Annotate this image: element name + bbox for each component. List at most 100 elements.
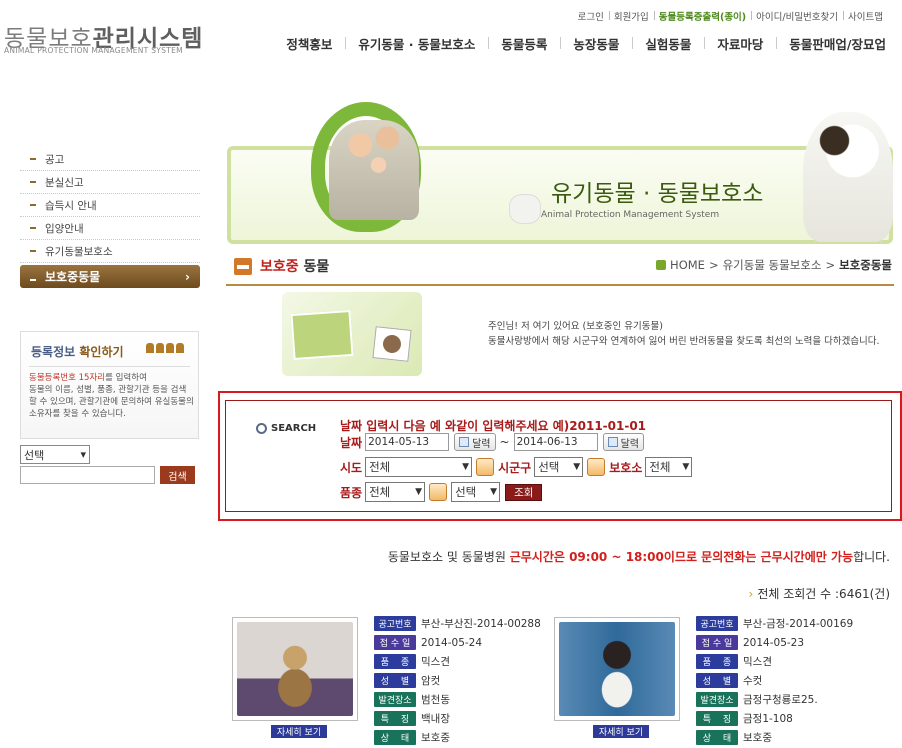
sidebar-select[interactable]: 선택 ▾ bbox=[20, 445, 90, 464]
search-icon bbox=[256, 423, 267, 434]
nav-policy[interactable]: 정책홍보 bbox=[273, 34, 345, 53]
sido-person-icon[interactable] bbox=[476, 458, 495, 476]
breed-value: 전체 bbox=[369, 485, 391, 499]
info-value: 믹스견 bbox=[421, 656, 450, 668]
detail-button[interactable]: 자세히 보기 bbox=[593, 725, 649, 738]
chevron-down-icon: ▼ bbox=[415, 487, 423, 497]
chevron-down-icon: ▾ bbox=[80, 448, 86, 461]
page-title: 보호중 동물 bbox=[234, 256, 329, 276]
sigungu-select[interactable]: 선택 ▼ bbox=[534, 457, 584, 477]
intro-illustration bbox=[282, 292, 422, 376]
sigungu-value: 선택 bbox=[538, 460, 560, 474]
sidebar-item-label: 보호중동물 bbox=[45, 270, 101, 284]
nav-abandoned-animals[interactable]: 유기동물 · 동물보호소 bbox=[345, 34, 488, 53]
sidebar-item-adoption[interactable]: 입양안내 bbox=[20, 217, 200, 240]
intro-heading: 주인님! 저 여기 있어요 (보호중인 유기동물) bbox=[488, 321, 663, 332]
info-tag: 발견장소 bbox=[696, 692, 738, 707]
info-tag: 발견장소 bbox=[374, 692, 416, 707]
dash-icon bbox=[30, 204, 36, 206]
info-value: 암컷 bbox=[421, 675, 441, 687]
animal-photo bbox=[559, 622, 675, 716]
date-label: 날짜 bbox=[340, 435, 363, 450]
breed-select[interactable]: 전체 ▼ bbox=[365, 482, 426, 502]
sidebar-item-found-guide[interactable]: 습득시 안내 bbox=[20, 194, 200, 217]
sidebar-item-lost-report[interactable]: 분실신고 bbox=[20, 171, 200, 194]
info-tag: 특 징 bbox=[374, 711, 416, 726]
info-tag: 성 별 bbox=[374, 673, 416, 688]
banner-subtitle: Animal Protection Management System bbox=[541, 210, 720, 220]
dash-icon bbox=[30, 227, 36, 229]
breadcrumb-mid[interactable]: 유기동물 동물보호소 bbox=[723, 257, 822, 273]
info-tag: 품 종 bbox=[374, 654, 416, 669]
animal-info: 공고번호 부산-금정-2014-00169 접 수 일 2014-05-23 품 종… bbox=[696, 615, 853, 746]
arrow-bullet-icon: › bbox=[748, 587, 754, 601]
sidebar-item-label: 입양안내 bbox=[45, 222, 84, 235]
info-value: 2014-05-24 bbox=[421, 636, 483, 649]
registration-search-button[interactable]: 검색 bbox=[160, 466, 195, 484]
animal-photo bbox=[237, 622, 353, 716]
animal-thumbnail[interactable] bbox=[554, 617, 680, 721]
page-title-red: 보호중 bbox=[260, 259, 299, 275]
nav-farm-animals[interactable]: 농장동물 bbox=[560, 34, 632, 53]
search-label: SEARCH bbox=[256, 423, 316, 434]
shelter-label: 보호소 bbox=[609, 460, 643, 475]
registration-check-text: 동물등록번호 15자리를 입력하여 동물의 이름, 성별, 품종, 관할기관 등… bbox=[29, 372, 194, 420]
info-tag: 접 수 일 bbox=[374, 635, 416, 650]
sido-value: 전체 bbox=[369, 460, 391, 474]
dog-photo bbox=[803, 112, 893, 242]
sidebar-item-protected-animals[interactable]: 보호중동물 › bbox=[20, 265, 200, 288]
total-count-text: 전체 조회건 수 :6461(건) bbox=[757, 587, 890, 601]
breadcrumb-home[interactable]: HOME bbox=[670, 258, 705, 272]
reg-text-red: 동물등록번호 15자리 bbox=[29, 373, 106, 383]
calendar-button-from[interactable]: 달력 bbox=[454, 433, 496, 451]
nav-sales-funeral[interactable]: 동물판매업/장묘업 bbox=[776, 34, 886, 53]
date-from-input[interactable]: 2014-05-13 bbox=[365, 433, 450, 451]
info-row: 특 징 금정1-108 bbox=[696, 710, 853, 727]
util-login[interactable]: 로그인 bbox=[573, 9, 609, 23]
detail-button[interactable]: 자세히 보기 bbox=[271, 725, 327, 738]
notice-text-b: 합니다. bbox=[853, 550, 890, 564]
registration-number-input[interactable] bbox=[20, 466, 155, 484]
sidebar-item-notice[interactable]: 공고 bbox=[20, 148, 200, 171]
shelter-icon bbox=[234, 257, 252, 275]
sido-select[interactable]: 전체 ▼ bbox=[365, 457, 473, 477]
info-tag: 공고번호 bbox=[696, 616, 738, 631]
shelter-select[interactable]: 전체 ▼ bbox=[645, 457, 693, 477]
util-find-account[interactable]: 아이디/비밀번호찾기 bbox=[751, 9, 843, 23]
breed-label: 품종 bbox=[340, 485, 363, 500]
reg-text-body: 동물의 이름, 성별, 품종, 관할기관 등을 검색할 수 있으며, 관할기관에… bbox=[29, 385, 194, 419]
info-row: 공고번호 부산-금정-2014-00169 bbox=[696, 615, 853, 632]
calendar-icon bbox=[459, 437, 470, 447]
calendar-button-to[interactable]: 달력 bbox=[602, 433, 644, 451]
breed-person-icon[interactable] bbox=[429, 483, 448, 501]
sidebar-item-shelters[interactable]: 유기동물보호소 bbox=[20, 240, 200, 263]
reg-text-rest: 를 입력하여 bbox=[105, 373, 147, 383]
breed-sub-select[interactable]: 선택 ▼ bbox=[451, 482, 501, 502]
info-row: 성 별 수컷 bbox=[696, 672, 853, 689]
info-row: 상 태 보호중 bbox=[696, 729, 853, 746]
info-value: 백내장 bbox=[421, 713, 450, 725]
util-sitemap[interactable]: 사이트맵 bbox=[843, 9, 888, 23]
sidebar-menu: 공고 분실신고 습득시 안내 입양안내 유기동물보호소 보호중동물 › bbox=[20, 148, 200, 288]
search-submit-button[interactable]: 조회 bbox=[505, 483, 543, 501]
family-photo bbox=[329, 120, 419, 220]
util-print-registration[interactable]: 동물등록증출력(종이) bbox=[653, 9, 751, 23]
nav-lab-animals[interactable]: 실험동물 bbox=[632, 34, 704, 53]
animal-thumbnail[interactable] bbox=[232, 617, 358, 721]
chevron-down-icon: ▼ bbox=[490, 487, 498, 497]
info-row: 품 종 믹스견 bbox=[374, 653, 541, 670]
date-to-input[interactable]: 2014-06-13 bbox=[513, 433, 598, 451]
info-row: 발견장소 범천동 bbox=[374, 691, 541, 708]
info-tag: 특 징 bbox=[696, 711, 738, 726]
info-tag: 접 수 일 bbox=[696, 635, 738, 650]
nav-registration[interactable]: 동물등록 bbox=[488, 34, 560, 53]
util-join[interactable]: 회원가입 bbox=[608, 9, 654, 23]
sido-label: 시도 bbox=[340, 460, 363, 475]
sigungu-person-icon[interactable] bbox=[587, 458, 606, 476]
nav-resources[interactable]: 자료마당 bbox=[704, 34, 776, 53]
chevron-down-icon: ▼ bbox=[682, 462, 690, 472]
chevron-down-icon: ▼ bbox=[462, 462, 470, 472]
info-row: 접 수 일 2014-05-24 bbox=[374, 634, 541, 651]
info-tag: 상 태 bbox=[696, 730, 738, 745]
utility-links: 로그인 회원가입 동물등록증출력(종이) 아이디/비밀번호찾기 사이트맵 bbox=[573, 9, 888, 23]
